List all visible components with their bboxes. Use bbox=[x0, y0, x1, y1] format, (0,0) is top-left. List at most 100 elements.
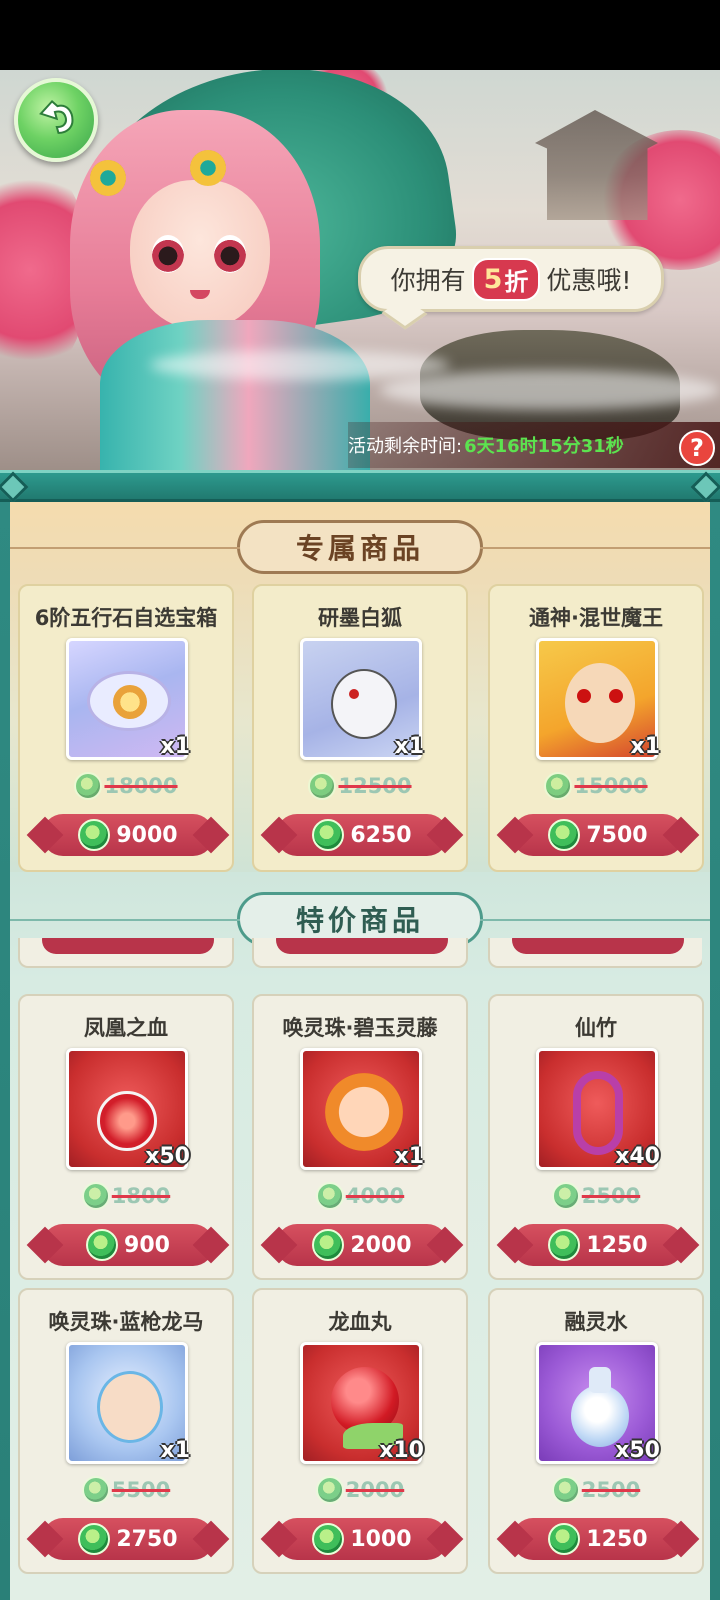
currency-icon bbox=[548, 1523, 581, 1555]
status-bar bbox=[0, 0, 720, 70]
shop-item-card[interactable]: 唤灵珠·蓝枪龙马 x1 5500 2750 bbox=[18, 1288, 234, 1574]
shop-item-card[interactable]: 龙血丸 x10 2000 1000 bbox=[252, 1288, 468, 1574]
original-price-value: 5500 bbox=[111, 1478, 171, 1502]
character-face bbox=[130, 180, 270, 330]
bubble-suffix: 优惠哦! bbox=[546, 266, 632, 295]
currency-icon bbox=[544, 772, 573, 800]
original-price: 2500 bbox=[490, 1476, 702, 1504]
scrolled-row-remnant bbox=[18, 938, 702, 968]
original-price: 2000 bbox=[254, 1476, 466, 1504]
original-price-value: 2000 bbox=[345, 1478, 405, 1502]
price-value: 1250 bbox=[586, 1526, 648, 1552]
buy-button[interactable]: 1000 bbox=[276, 1518, 448, 1560]
price-value: 1250 bbox=[586, 1232, 648, 1258]
buy-button[interactable]: 1250 bbox=[512, 1518, 684, 1560]
original-price: 5500 bbox=[20, 1476, 232, 1504]
shop-item-card[interactable]: 唤灵珠·碧玉灵藤 x1 4000 2000 bbox=[252, 994, 468, 1280]
currency-icon bbox=[315, 1182, 344, 1210]
exclusive-section-title: 专属商品 bbox=[10, 520, 710, 574]
price-value: 7500 bbox=[586, 822, 648, 848]
original-price-value: 4000 bbox=[345, 1184, 405, 1208]
currency-icon bbox=[315, 1476, 344, 1504]
discount-speech-bubble: 你拥有 5 折 优惠哦! bbox=[358, 246, 664, 312]
currency-icon bbox=[78, 819, 111, 851]
currency-icon bbox=[81, 1182, 110, 1210]
original-price: 2500 bbox=[490, 1182, 702, 1210]
item-name: 凤凰之血 bbox=[84, 1016, 168, 1040]
pavilion bbox=[535, 110, 658, 220]
item-name: 通神·混世魔王 bbox=[529, 606, 663, 630]
help-icon: ? bbox=[690, 434, 704, 462]
currency-icon bbox=[548, 1229, 581, 1261]
character-robe bbox=[100, 320, 370, 470]
bubble-prefix: 你拥有 bbox=[390, 266, 466, 295]
timer-label: 活动剩余时间: bbox=[348, 436, 463, 457]
original-price-value: 2500 bbox=[581, 1478, 641, 1502]
hair-ornament bbox=[190, 150, 226, 186]
item-name: 6阶五行石自选宝箱 bbox=[34, 606, 218, 630]
item-name: 仙竹 bbox=[575, 1016, 617, 1040]
buy-button[interactable]: 2750 bbox=[42, 1518, 214, 1560]
item-quantity: x1 bbox=[394, 734, 425, 759]
timer-value: 6天16时15分31秒 bbox=[464, 436, 624, 457]
original-price: 1800 bbox=[20, 1182, 232, 1210]
item-name: 龙血丸 bbox=[328, 1310, 392, 1334]
currency-icon bbox=[86, 1229, 119, 1261]
discount-badge: 5 折 bbox=[471, 257, 541, 301]
buy-button[interactable]: 2000 bbox=[276, 1224, 448, 1266]
item-name: 研墨白狐 bbox=[318, 606, 402, 630]
original-price-value: 15000 bbox=[574, 774, 648, 798]
buy-button[interactable]: 7500 bbox=[512, 814, 684, 856]
character-eye bbox=[214, 235, 246, 273]
original-price-value: 12500 bbox=[338, 774, 412, 798]
shop-item-card[interactable]: 凤凰之血 x50 1800 900 bbox=[18, 994, 234, 1280]
frame-top-border bbox=[0, 470, 720, 502]
currency-icon bbox=[551, 1476, 580, 1504]
shop-item-card[interactable]: 通神·混世魔王 x1 15000 7500 bbox=[488, 584, 704, 872]
buy-button[interactable]: 900 bbox=[42, 1224, 214, 1266]
shop-item-card[interactable]: 研墨白狐 x1 12500 6250 bbox=[252, 584, 468, 872]
item-quantity: x10 bbox=[379, 1438, 424, 1463]
discount-unit: 折 bbox=[504, 267, 529, 296]
original-price-value: 18000 bbox=[104, 774, 178, 798]
discount-number: 5 bbox=[483, 263, 503, 295]
original-price-value: 2500 bbox=[581, 1184, 641, 1208]
price-value: 6250 bbox=[350, 822, 412, 848]
currency-icon bbox=[551, 1182, 580, 1210]
currency-icon bbox=[312, 819, 345, 851]
currency-icon bbox=[78, 1523, 111, 1555]
currency-icon bbox=[548, 819, 581, 851]
currency-icon bbox=[81, 1476, 110, 1504]
character-mouth bbox=[190, 290, 210, 299]
item-name: 唤灵珠·碧玉灵藤 bbox=[282, 1016, 438, 1040]
buy-button[interactable]: 1250 bbox=[512, 1224, 684, 1266]
price-value: 2750 bbox=[116, 1526, 178, 1552]
item-quantity: x1 bbox=[394, 1144, 425, 1169]
item-quantity: x1 bbox=[160, 1438, 191, 1463]
character-eye bbox=[152, 235, 184, 273]
original-price: 12500 bbox=[254, 772, 466, 800]
hair-ornament bbox=[90, 160, 126, 196]
price-value: 1000 bbox=[350, 1526, 412, 1552]
currency-icon bbox=[312, 1523, 345, 1555]
buy-button[interactable]: 9000 bbox=[42, 814, 214, 856]
original-price: 15000 bbox=[490, 772, 702, 800]
back-arrow-icon bbox=[39, 99, 74, 134]
shop-item-card[interactable]: 融灵水 x50 2500 1250 bbox=[488, 1288, 704, 1574]
help-button[interactable]: ? bbox=[679, 430, 715, 466]
back-button[interactable] bbox=[14, 78, 98, 162]
item-quantity: x40 bbox=[615, 1144, 660, 1169]
shop-item-card[interactable]: 6阶五行石自选宝箱 x1 18000 9000 bbox=[18, 584, 234, 872]
original-price: 4000 bbox=[254, 1182, 466, 1210]
item-quantity: x50 bbox=[615, 1438, 660, 1463]
item-quantity: x1 bbox=[630, 734, 661, 759]
currency-icon bbox=[308, 772, 337, 800]
buy-button[interactable]: 6250 bbox=[276, 814, 448, 856]
original-price-value: 1800 bbox=[111, 1184, 171, 1208]
event-timer: 活动剩余时间: 6天16时15分31秒 bbox=[348, 422, 720, 468]
price-value: 9000 bbox=[116, 822, 178, 848]
price-value: 2000 bbox=[350, 1232, 412, 1258]
item-quantity: x50 bbox=[145, 1144, 190, 1169]
original-price: 18000 bbox=[20, 772, 232, 800]
shop-item-card[interactable]: 仙竹 x40 2500 1250 bbox=[488, 994, 704, 1280]
